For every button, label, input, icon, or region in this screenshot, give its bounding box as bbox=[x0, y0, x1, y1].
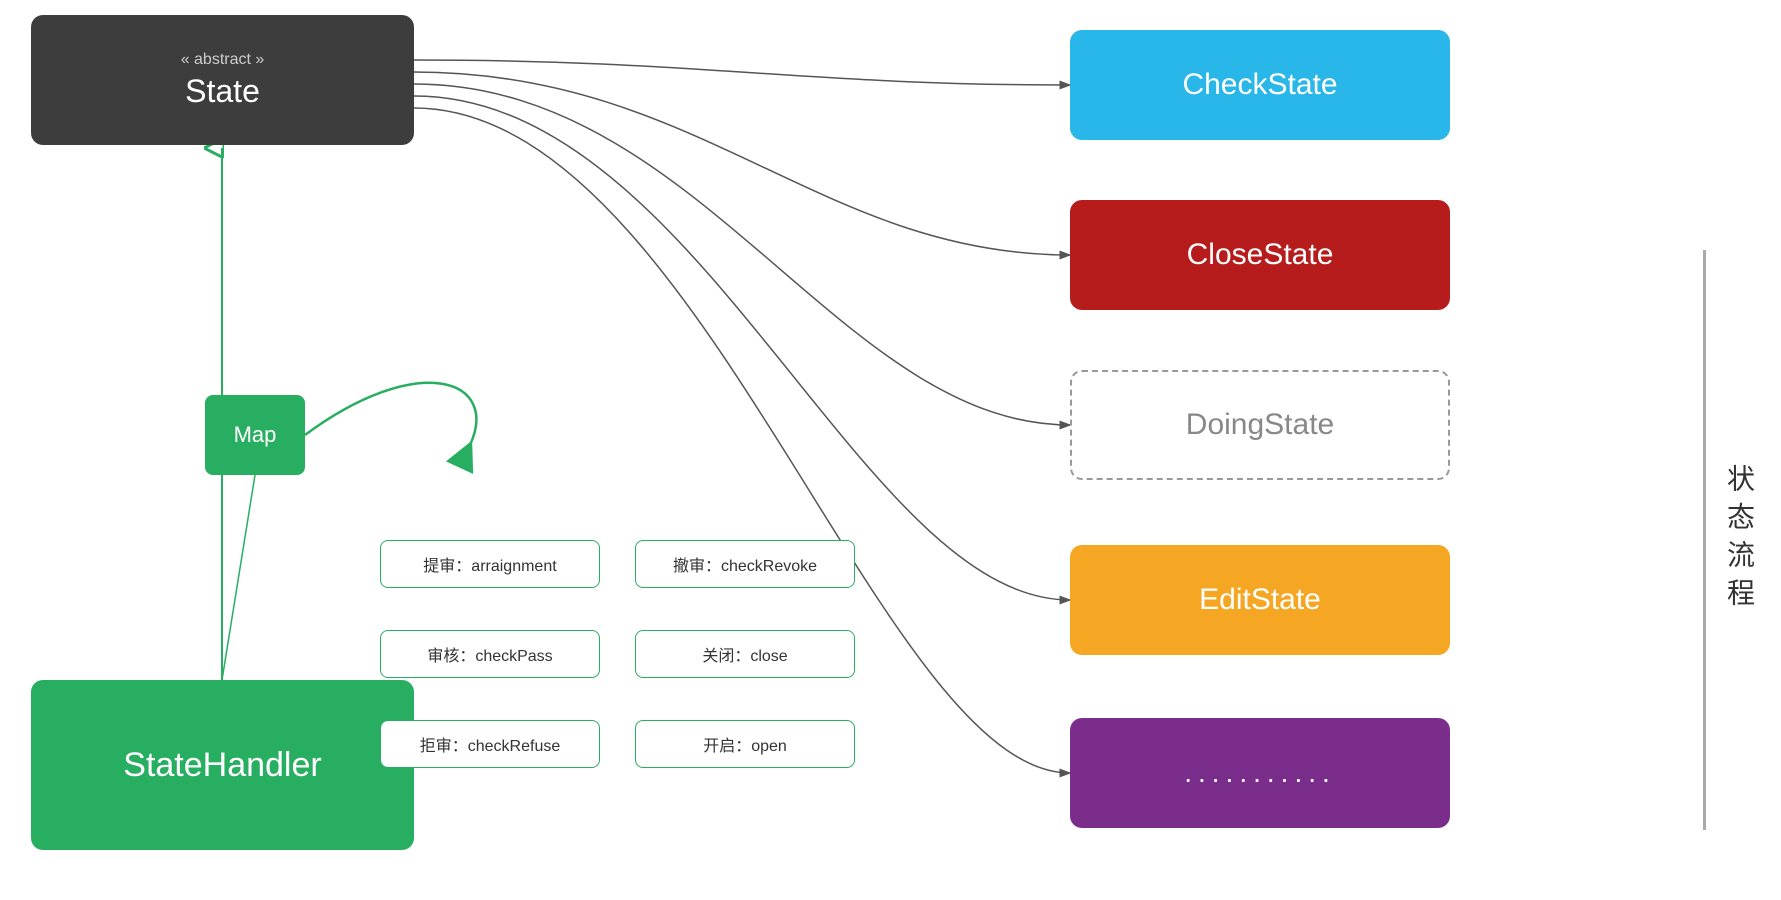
method-open-text: 开启：open bbox=[703, 732, 787, 756]
close-state-box: CloseState bbox=[1070, 200, 1450, 310]
abstract-state-name: State bbox=[185, 73, 260, 110]
doing-state-box: DoingState bbox=[1070, 370, 1450, 480]
method-checkpass: 审核：checkPass bbox=[380, 630, 600, 678]
more-state-label: ........... bbox=[1184, 757, 1336, 789]
method-close: 关闭：close bbox=[635, 630, 855, 678]
map-box: Map bbox=[205, 395, 305, 475]
side-annotation: 状态流程 bbox=[1703, 250, 1761, 830]
edit-state-label: EditState bbox=[1199, 583, 1321, 617]
check-state-label: CheckState bbox=[1182, 68, 1337, 102]
method-open: 开启：open bbox=[635, 720, 855, 768]
method-close-text: 关闭：close bbox=[702, 642, 787, 666]
map-label: Map bbox=[234, 422, 277, 448]
method-checkrevoke-text: 撤审：checkRevoke bbox=[673, 552, 817, 576]
method-arraignment-text: 提审：arraignment bbox=[423, 552, 556, 576]
state-handler-label: StateHandler bbox=[123, 746, 321, 785]
method-checkpass-text: 审核：checkPass bbox=[427, 642, 552, 666]
doing-state-label: DoingState bbox=[1186, 408, 1334, 442]
abstract-state-box: « abstract » State bbox=[31, 15, 414, 145]
side-bar bbox=[1703, 250, 1706, 830]
side-text: 状态流程 bbox=[1716, 464, 1761, 616]
method-arraignment: 提审：arraignment bbox=[380, 540, 600, 588]
close-state-label: CloseState bbox=[1187, 238, 1334, 272]
check-state-box: CheckState bbox=[1070, 30, 1450, 140]
method-checkrefuse: 拒审：checkRefuse bbox=[380, 720, 600, 768]
method-checkrevoke: 撤审：checkRevoke bbox=[635, 540, 855, 588]
side-text-content: 状态流程 bbox=[1724, 464, 1755, 616]
abstract-stereotype: « abstract » bbox=[181, 51, 265, 69]
more-state-box: ........... bbox=[1070, 718, 1450, 828]
diagram-container: « abstract » State CheckState CloseState… bbox=[0, 0, 1781, 900]
state-handler-box: StateHandler bbox=[31, 680, 414, 850]
edit-state-box: EditState bbox=[1070, 545, 1450, 655]
method-checkrefuse-text: 拒审：checkRefuse bbox=[420, 732, 561, 756]
